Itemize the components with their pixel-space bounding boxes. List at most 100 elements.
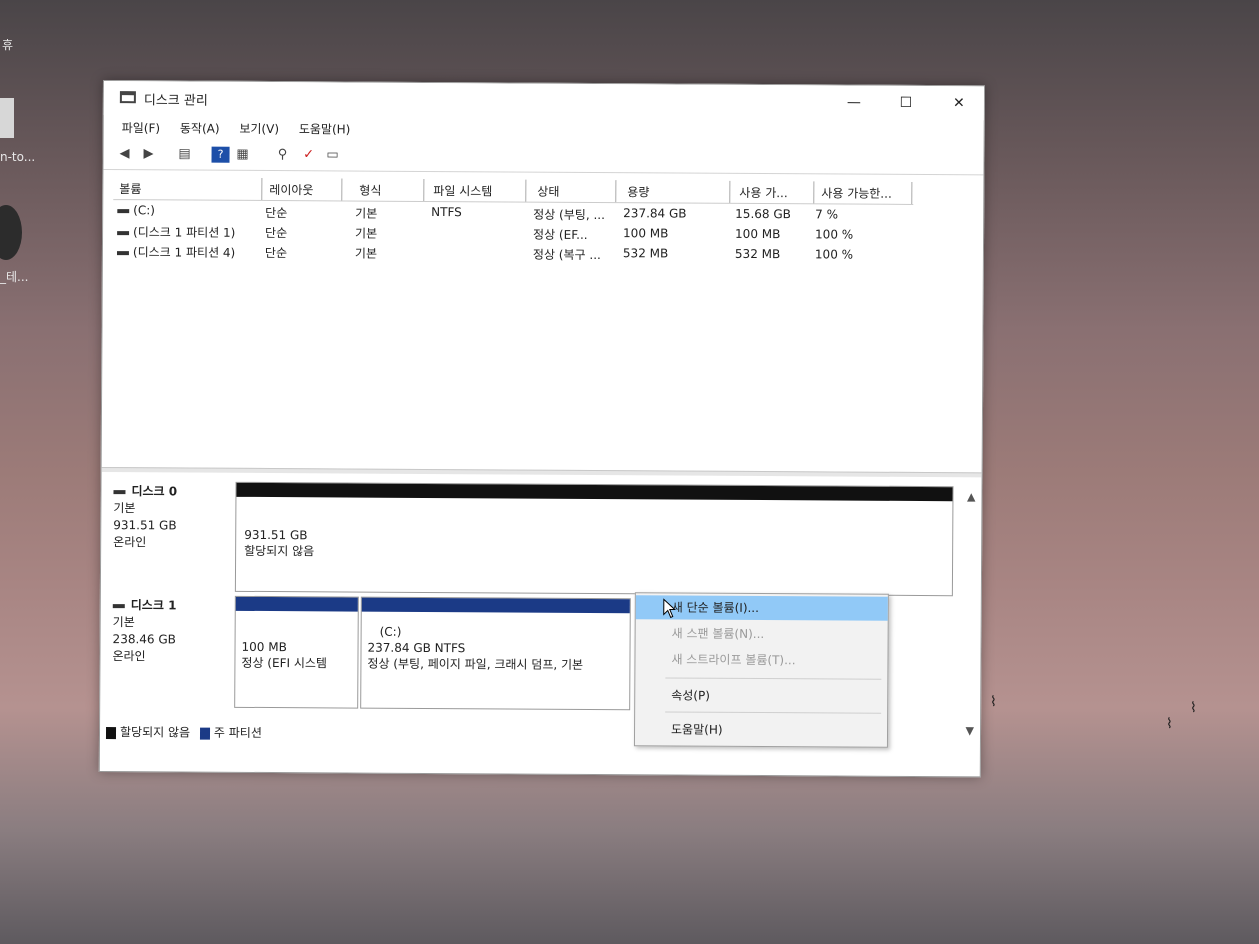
- disk-size: 238.46 GB: [112, 632, 176, 647]
- disk-0-partition-unallocated[interactable]: 931.51 GB 할당되지 않음: [234, 481, 954, 597]
- volume-type: 기본: [355, 206, 378, 221]
- partition-status: 정상 (부팅, 페이지 파일, 크래시 덤프, 기본: [367, 656, 584, 672]
- column-divider[interactable]: [615, 180, 617, 203]
- column-divider[interactable]: [261, 177, 263, 200]
- volume-status: 정상 (부팅, ...: [533, 207, 605, 223]
- volume-capacity: 237.84 GB: [623, 206, 687, 221]
- volume-filesystem: NTFS: [431, 205, 462, 220]
- volume-icon: [116, 250, 129, 255]
- col-layout[interactable]: 레이아웃: [269, 181, 313, 198]
- menu-new-spanned-volume[interactable]: 새 스팬 볼륨(N)...: [636, 621, 888, 647]
- bird-silhouette: ⌇: [990, 694, 997, 710]
- col-percent-free[interactable]: 사용 가능한...: [821, 184, 892, 201]
- title-bar[interactable]: 디스크 관리 — ☐ ✕: [103, 81, 984, 121]
- grid-icon[interactable]: ▦: [233, 147, 251, 163]
- col-status[interactable]: 상태: [537, 183, 559, 200]
- menu-view[interactable]: 보기(V): [239, 120, 279, 137]
- desktop-icon-label-2[interactable]: n-to...: [0, 150, 35, 164]
- desktop-app-icon[interactable]: [0, 205, 22, 260]
- volume-free-space: 15.68 GB: [735, 206, 791, 222]
- partition-status: 정상 (EFI 시스템: [241, 655, 328, 671]
- menu-separator: [665, 677, 882, 680]
- column-divider[interactable]: [525, 179, 527, 202]
- column-divider[interactable]: [911, 181, 913, 204]
- disk-1-partition-efi[interactable]: 100 MB 정상 (EFI 시스템: [234, 595, 359, 709]
- scroll-up-arrow[interactable]: ▲: [967, 490, 976, 503]
- menu-action[interactable]: 동작(A): [180, 119, 220, 136]
- volume-name: (디스크 1 파티션 4): [132, 245, 236, 260]
- disk-name: 디스크 1: [130, 598, 177, 613]
- volume-percent-free: 7 %: [815, 207, 839, 222]
- disk-name: 디스크 0: [131, 484, 178, 499]
- legend: 할당되지 않음 주 파티션: [105, 723, 262, 741]
- window-title: 디스크 관리: [143, 93, 208, 109]
- column-divider[interactable]: [729, 180, 731, 203]
- menu-help-item[interactable]: 도움말(H): [635, 717, 887, 743]
- col-free-space[interactable]: 사용 가...: [739, 184, 787, 201]
- volume-name: (C:): [133, 203, 156, 218]
- volume-percent-free: 100 %: [815, 227, 854, 242]
- menu-bar: 파일(F) 동작(A) 보기(V) 도움말(H): [104, 115, 984, 144]
- back-arrow-icon[interactable]: ◀: [115, 146, 133, 162]
- menu-file[interactable]: 파일(F): [122, 119, 160, 136]
- scroll-down-arrow[interactable]: ▼: [966, 724, 975, 737]
- minimize-button[interactable]: —: [839, 91, 869, 113]
- volume-status: 정상 (EF...: [533, 227, 588, 242]
- column-divider[interactable]: [423, 178, 425, 201]
- volume-status: 정상 (복구 ...: [532, 247, 601, 263]
- table-row[interactable]: (디스크 1 파티션 4) 단순 기본 정상 (복구 ... 532 MB 53…: [113, 241, 913, 266]
- volume-percent-free: 100 %: [814, 247, 854, 262]
- volume-free-space: 100 MB: [735, 226, 781, 242]
- partition-size: 100 MB: [241, 639, 287, 655]
- check-icon[interactable]: ✓: [299, 147, 317, 163]
- menu-properties[interactable]: 속성(P): [635, 683, 887, 709]
- properties-icon[interactable]: ⚲: [273, 147, 291, 163]
- desktop-icon-label-3[interactable]: _테...: [0, 268, 28, 285]
- disk-1-partition-c[interactable]: (C:) 237.84 GB NTFS 정상 (부팅, 페이지 파일, 크래시 …: [360, 596, 631, 711]
- menu-separator: [665, 711, 882, 714]
- col-type[interactable]: 형식: [359, 182, 381, 199]
- desktop-file-icon[interactable]: [0, 98, 14, 138]
- column-divider[interactable]: [341, 178, 343, 201]
- volume-layout: 단순: [265, 205, 288, 221]
- maximize-button[interactable]: ☐: [891, 92, 921, 114]
- disk-0-label[interactable]: 디스크 0 기본 931.51 GB 온라인: [113, 483, 177, 551]
- menu-help[interactable]: 도움말(H): [299, 120, 351, 137]
- disk-status: 온라인: [112, 649, 146, 664]
- mouse-cursor-icon: [663, 598, 677, 619]
- volume-capacity: 532 MB: [622, 246, 669, 261]
- volume-type: 기본: [354, 246, 378, 261]
- disk-status: 온라인: [113, 535, 147, 550]
- menu-new-striped-volume[interactable]: 새 스트라이프 볼륨(T)...: [635, 647, 887, 673]
- window-icon[interactable]: ▭: [323, 147, 341, 163]
- volume-type: 기본: [355, 226, 378, 241]
- disk-1-label[interactable]: 디스크 1 기본 238.46 GB 온라인: [112, 597, 176, 665]
- volume-name: (디스크 1 파티션 1): [133, 225, 236, 240]
- unallocated-bar: [236, 482, 953, 502]
- toolbar: ◀ ▶ ▤ ? ▦ ⚲ ✓ ▭: [103, 141, 984, 176]
- partition-status: 할당되지 않음: [244, 543, 315, 559]
- volume-list-header: 볼륨 레이아웃 형식 파일 시스템 상태 용량 사용 가... 사용 가능한..…: [113, 177, 914, 205]
- col-capacity[interactable]: 용량: [627, 183, 649, 200]
- close-button[interactable]: ✕: [944, 92, 974, 114]
- legend-swatch-primary: [199, 727, 210, 740]
- primary-partition-bar: [235, 596, 358, 612]
- partition-label: (C:): [379, 624, 402, 639]
- volume-list: 볼륨 레이아웃 형식 파일 시스템 상태 용량 사용 가... 사용 가능한..…: [112, 177, 914, 472]
- disk-management-window: 디스크 관리 — ☐ ✕ 파일(F) 동작(A) 보기(V) 도움말(H) ◀ …: [98, 80, 985, 778]
- column-divider[interactable]: [813, 181, 815, 204]
- col-filesystem[interactable]: 파일 시스템: [433, 182, 492, 199]
- col-volume[interactable]: 볼륨: [119, 180, 141, 197]
- disk-icon: [112, 603, 125, 608]
- bird-silhouette: ⌇: [1190, 700, 1197, 716]
- help-icon[interactable]: ?: [211, 146, 230, 163]
- forward-arrow-icon[interactable]: ▶: [139, 146, 157, 162]
- list-icon[interactable]: ▤: [175, 146, 193, 162]
- desktop-icon-label-1[interactable]: 휴: [2, 36, 13, 53]
- disk-management-icon: [119, 91, 136, 104]
- partition-size: 931.51 GB: [244, 527, 308, 543]
- volume-free-space: 532 MB: [734, 246, 781, 262]
- disk-size: 931.51 GB: [113, 518, 177, 533]
- legend-label: 주 파티션: [213, 725, 262, 740]
- primary-partition-bar: [361, 597, 630, 614]
